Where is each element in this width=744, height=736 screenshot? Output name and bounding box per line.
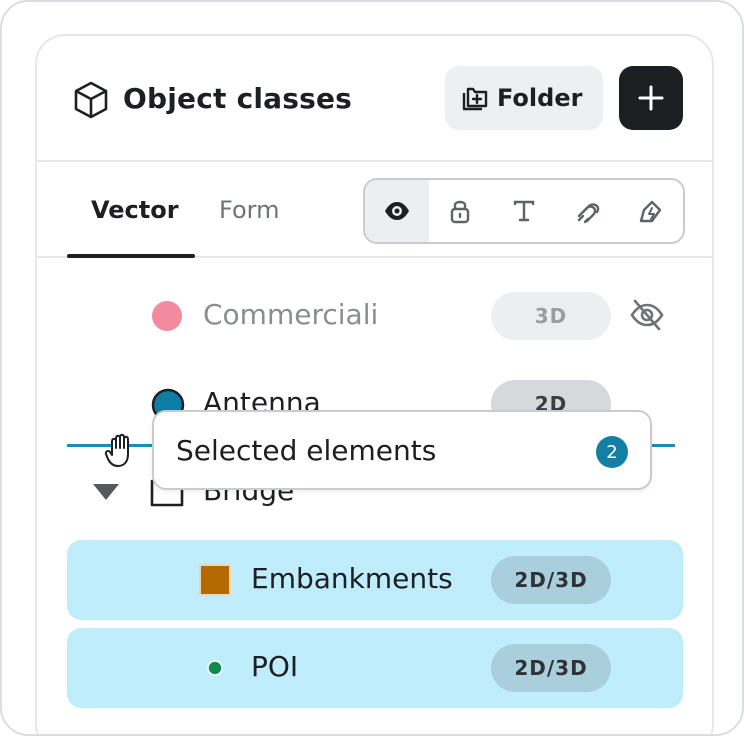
dimension-badge: 2D/3D (491, 556, 611, 604)
folder-button-label: Folder (497, 84, 583, 112)
drag-tooltip: Selected elements 2 (152, 410, 652, 490)
dimension-badge: 3D (491, 292, 611, 340)
lock-icon (451, 200, 470, 224)
eye-icon (384, 202, 409, 220)
draw-icon (639, 200, 662, 223)
tab-form[interactable]: Form (219, 196, 279, 224)
grab-cursor-icon (104, 433, 129, 467)
magnet-icon (577, 203, 599, 224)
class-name: Embankments (251, 562, 453, 595)
selected-count-badge: 2 (596, 436, 628, 468)
class-name: POI (251, 650, 299, 683)
text-icon (513, 200, 535, 222)
folder-plus-icon (462, 87, 488, 111)
add-class-button[interactable] (619, 66, 683, 130)
tabs-row: Vector Form (37, 162, 712, 258)
dimension-badge: 2D/3D (491, 644, 611, 692)
class-color-square (199, 564, 231, 596)
app-frame: Object classes Folder Vector Form Commer… (0, 0, 744, 736)
list-item[interactable]: Embankments 2D/3D (67, 540, 683, 620)
toggle-labels-button[interactable] (492, 180, 556, 242)
toggle-snapping-button[interactable] (556, 180, 620, 242)
toggle-visibility-button[interactable] (365, 180, 429, 242)
object-classes-panel: Object classes Folder Vector Form Commer… (35, 34, 714, 734)
class-color-dot (207, 660, 223, 676)
tab-vector[interactable]: Vector (91, 196, 179, 224)
plus-icon (638, 85, 664, 111)
class-color-circle (152, 301, 182, 331)
caret-down-icon[interactable] (91, 482, 121, 502)
eye-off-icon[interactable] (629, 298, 665, 332)
cube-icon (74, 81, 108, 119)
toggle-editing-button[interactable] (619, 180, 683, 242)
class-name: Commerciali (203, 298, 379, 331)
visibility-toolbar (363, 178, 685, 244)
new-folder-button[interactable]: Folder (445, 66, 603, 130)
active-tab-indicator (67, 254, 195, 258)
list-item[interactable]: POI 2D/3D (67, 628, 683, 708)
toggle-lock-button[interactable] (429, 180, 493, 242)
panel-title: Object classes (123, 82, 353, 115)
list-item[interactable]: Commerciali 3D (67, 276, 683, 356)
panel-header: Object classes Folder (37, 36, 712, 162)
tooltip-text: Selected elements (176, 434, 437, 467)
